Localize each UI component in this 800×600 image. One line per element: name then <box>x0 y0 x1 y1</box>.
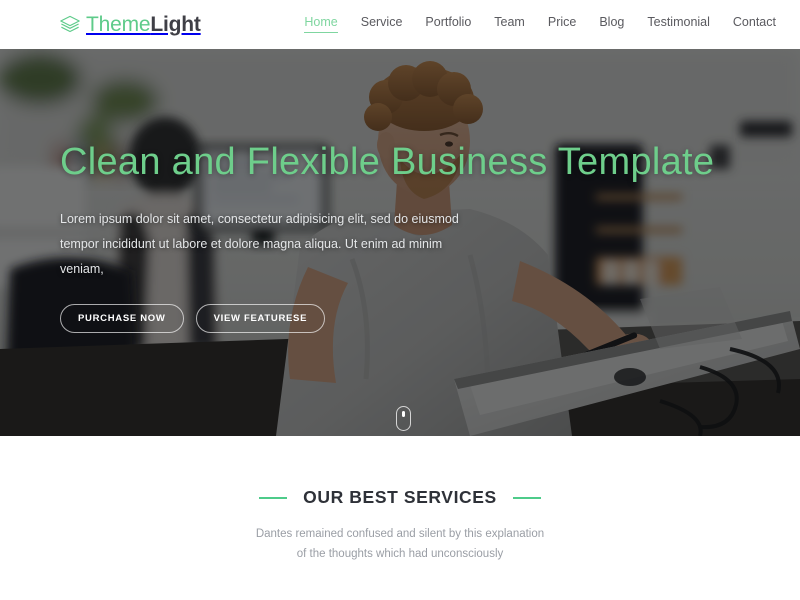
brand-name-primary: Theme <box>86 13 151 36</box>
services-title: OUR BEST SERVICES <box>303 487 497 507</box>
services-subtitle-line-2: thoughts which had unconsciously <box>328 548 504 561</box>
nav-item-portfolio[interactable]: Portfolio <box>425 16 471 34</box>
brand-logo[interactable]: ThemeLight <box>58 13 201 37</box>
brand-name-secondary: Light <box>150 13 201 36</box>
layers-stack-icon <box>58 13 82 37</box>
nav-item-team[interactable]: Team <box>494 16 525 34</box>
nav-item-contact[interactable]: Contact <box>733 16 776 34</box>
mouse-scroll-wheel <box>402 411 405 417</box>
primary-navigation: Home Service Portfolio Team Price Blog T… <box>304 0 776 49</box>
services-heading-row: OUR BEST SERVICES <box>0 487 800 508</box>
hero-title: Clean and Flexible Business Template <box>60 141 715 183</box>
mouse-scroll-icon[interactable] <box>396 406 411 431</box>
heading-dash-right <box>512 496 541 499</box>
services-subtitle: Dantes remained confused and silent by t… <box>250 524 550 564</box>
heading-dash-left <box>259 496 288 499</box>
services-section: OUR BEST SERVICES Dantes remained confus… <box>0 436 800 600</box>
hero-subtitle-line-1: Lorem ipsum dolor sit amet, consectetur … <box>60 211 459 226</box>
view-features-button[interactable]: VIEW FEATURESE <box>195 303 326 334</box>
brand-wordmark: ThemeLight <box>86 14 201 35</box>
site-header: ThemeLight Home Service Portfolio Team P… <box>0 0 800 49</box>
nav-item-blog[interactable]: Blog <box>599 16 624 34</box>
nav-item-home[interactable]: Home <box>304 16 339 34</box>
purchase-now-button[interactable]: PURCHASE NOW <box>60 303 184 334</box>
hero-subtitle-line-2: tempor incididunt ut labore et dolore ma… <box>60 236 443 276</box>
hero-content: Clean and Flexible Business Template Lor… <box>0 49 800 334</box>
nav-item-price[interactable]: Price <box>548 16 576 34</box>
nav-item-testimonial[interactable]: Testimonial <box>647 16 710 34</box>
hero-action-buttons: PURCHASE NOW VIEW FEATURESE <box>60 303 800 334</box>
hero-banner: Clean and Flexible Business Template Lor… <box>0 49 800 436</box>
nav-item-service[interactable]: Service <box>361 16 403 34</box>
hero-subtitle: Lorem ipsum dolor sit amet, consectetur … <box>60 207 480 282</box>
